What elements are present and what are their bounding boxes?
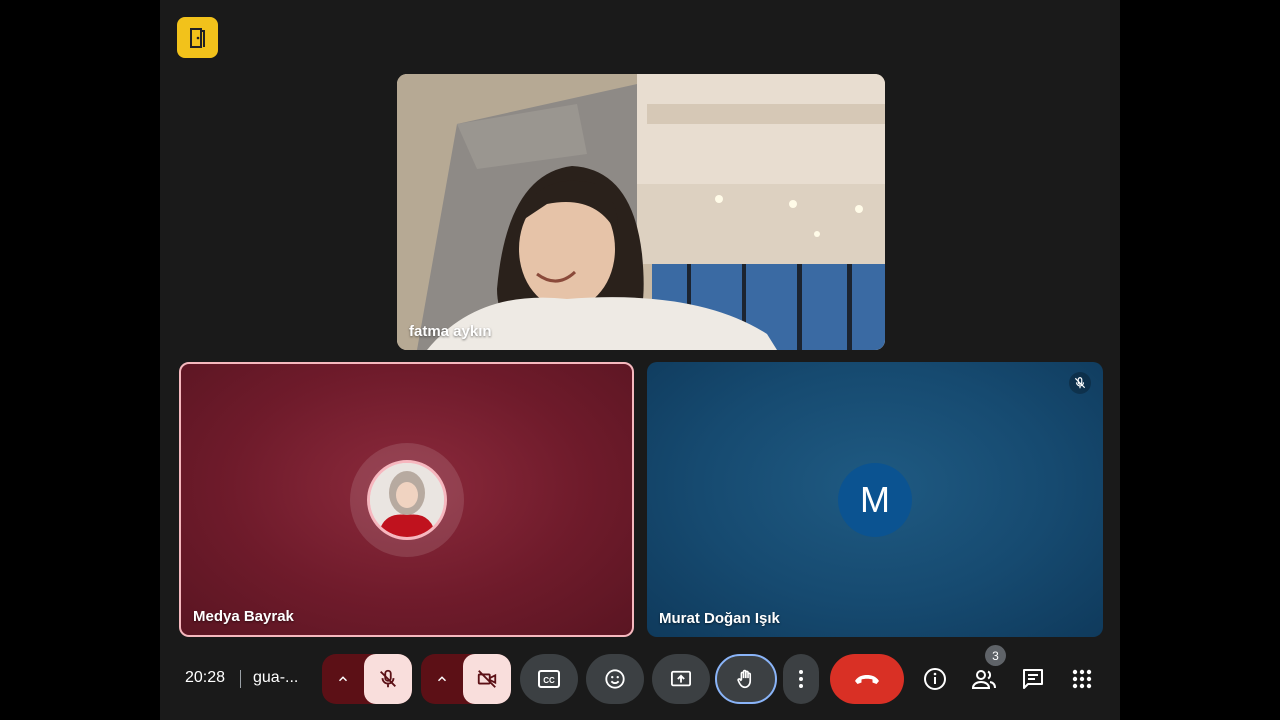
participant-name: Murat Doğan Işık xyxy=(659,610,780,627)
mic-control xyxy=(322,654,412,704)
meeting-stage: fatma aykın Medya Bayrak M Murat Doğan I… xyxy=(160,0,1120,720)
chat-icon[interactable] xyxy=(1013,659,1053,699)
avatar: M xyxy=(838,462,912,537)
mic-off-icon xyxy=(1069,372,1091,394)
camera-control xyxy=(421,654,511,704)
participant-name: fatma aykın xyxy=(409,323,492,340)
activities-icon[interactable] xyxy=(1062,659,1102,699)
meeting-code[interactable]: gua-... xyxy=(253,669,298,687)
captions-icon[interactable]: CC xyxy=(520,654,578,704)
mic-off-icon[interactable] xyxy=(364,654,412,704)
participant-video-feed xyxy=(397,74,885,350)
participant-name: Medya Bayrak xyxy=(193,608,294,625)
more-options-icon[interactable] xyxy=(783,654,819,704)
participant-tile[interactable]: M Murat Doğan Işık xyxy=(647,362,1103,637)
participant-count-badge: 3 xyxy=(985,645,1006,666)
camera-off-icon[interactable] xyxy=(463,654,511,704)
divider xyxy=(240,670,241,688)
avatar xyxy=(366,459,447,540)
end-call-icon[interactable] xyxy=(830,654,904,704)
emoji-icon[interactable] xyxy=(586,654,644,704)
participant-tile-video[interactable]: fatma aykın xyxy=(397,74,885,350)
svg-text:CC: CC xyxy=(543,676,555,685)
meeting-time: 20:28 xyxy=(185,669,226,686)
raise-hand-icon[interactable] xyxy=(715,654,777,704)
info-icon[interactable] xyxy=(915,659,955,699)
participant-tile-active-speaker[interactable]: Medya Bayrak xyxy=(179,362,634,637)
chevron-up-icon[interactable] xyxy=(421,654,463,704)
chevron-up-icon[interactable] xyxy=(322,654,364,704)
door-exit-icon[interactable] xyxy=(177,17,218,58)
present-screen-icon[interactable] xyxy=(652,654,710,704)
